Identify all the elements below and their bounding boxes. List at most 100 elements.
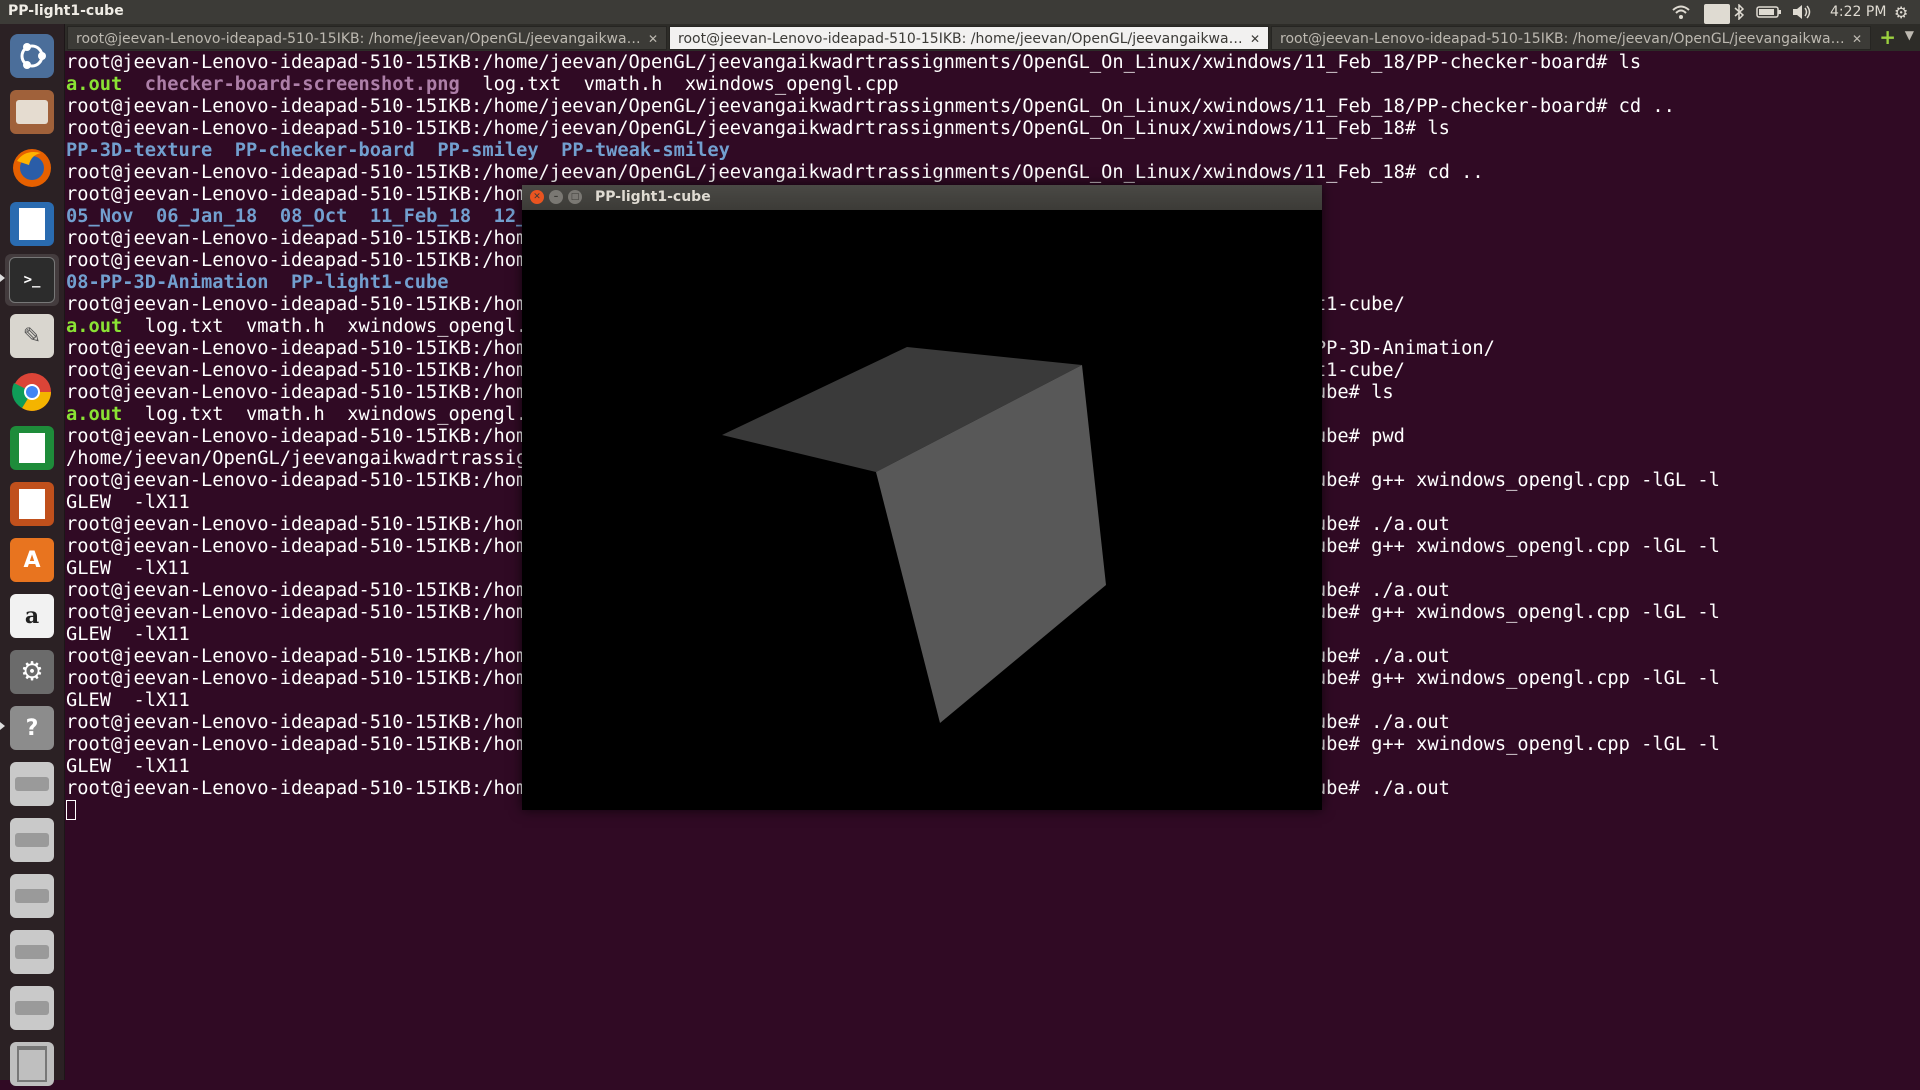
text-editor-icon[interactable]: ✎ bbox=[5, 310, 59, 362]
close-icon[interactable]: ✕ bbox=[648, 27, 658, 49]
terminal-tab-bar: root@jeevan-Lenovo-ideapad-510-15IKB: /h… bbox=[65, 24, 1920, 51]
maximize-icon[interactable]: □ bbox=[568, 190, 582, 204]
chevron-down-icon[interactable]: ▼ bbox=[1905, 28, 1914, 42]
terminal-text: root@jeevan-Lenovo-ideapad-510-15IKB:/ho… bbox=[66, 184, 539, 205]
minimize-icon[interactable]: – bbox=[549, 190, 563, 204]
terminal-line: root@jeevan-Lenovo-ideapad-510-15IKB:/ho… bbox=[66, 118, 1720, 140]
terminal-text: /home/jeevan/OpenGL/jeevangaikwadrtrassi… bbox=[66, 448, 539, 469]
terminal-text: PP-light1-cube bbox=[291, 272, 449, 293]
opengl-window[interactable]: ✕ – □ PP-light1-cube bbox=[522, 185, 1322, 810]
terminal-text: 08_Oct bbox=[279, 206, 348, 227]
tab-label: root@jeevan-Lenovo-ideapad-510-15IKB: /h… bbox=[1280, 31, 1845, 47]
calc-icon[interactable] bbox=[5, 422, 59, 474]
terminal-line: PP-3D-texture PP-checker-board PP-smiley… bbox=[66, 140, 1720, 162]
active-window-title: PP-light1-cube bbox=[8, 3, 124, 19]
terminal-text: GLEW -lX11 bbox=[66, 492, 190, 513]
gl-render-canvas[interactable] bbox=[522, 210, 1322, 810]
impress-icon[interactable] bbox=[5, 478, 59, 530]
running-indicator bbox=[0, 722, 5, 730]
terminal-text: a.out bbox=[66, 74, 123, 95]
terminal-text: root@jeevan-Lenovo-ideapad-510-15IKB:/ho… bbox=[66, 360, 539, 381]
firefox-icon[interactable] bbox=[5, 142, 59, 194]
terminal-text: log.txt vmath.h xwindows_opengl.cpp bbox=[459, 74, 899, 95]
terminal-text: a.out bbox=[66, 404, 123, 425]
ubuntu-dash-icon[interactable] bbox=[5, 30, 59, 82]
new-tab-icon[interactable]: + bbox=[1879, 26, 1896, 48]
terminal-text: log.txt vmath.h xwindows_opengl.c bbox=[122, 404, 539, 425]
terminal-text: root@jeevan-Lenovo-ideapad-510-15IKB:/ho… bbox=[66, 778, 539, 799]
system-settings-icon[interactable]: ⚙ bbox=[5, 646, 59, 698]
terminal-text: root@jeevan-Lenovo-ideapad-510-15IKB:/ho… bbox=[66, 734, 539, 755]
terminal-line: root@jeevan-Lenovo-ideapad-510-15IKB:/ho… bbox=[66, 52, 1720, 74]
terminal-text: root@jeevan-Lenovo-ideapad-510-15IKB:/ho… bbox=[66, 118, 1450, 139]
terminal-tab-active[interactable]: root@jeevan-Lenovo-ideapad-510-15IKB: /h… bbox=[669, 26, 1269, 50]
terminal-text: root@jeevan-Lenovo-ideapad-510-15IKB:/ho… bbox=[66, 250, 539, 271]
terminal-text: 06_Jan_18 bbox=[156, 206, 258, 227]
drive-icon[interactable] bbox=[5, 982, 59, 1034]
terminal-text: PP-checker-board bbox=[234, 140, 415, 161]
terminal-line: a.out checker-board-screenshot.png log.t… bbox=[66, 74, 1720, 96]
volume-icon[interactable] bbox=[1792, 2, 1812, 22]
terminal-text: root@jeevan-Lenovo-ideapad-510-15IKB:/ho… bbox=[66, 338, 539, 359]
tab-label: root@jeevan-Lenovo-ideapad-510-15IKB: /h… bbox=[678, 31, 1243, 47]
terminal-text: 08-PP-3D-Animation bbox=[66, 272, 269, 293]
terminal-text: GLEW -lX11 bbox=[66, 690, 190, 711]
terminal-tab[interactable]: root@jeevan-Lenovo-ideapad-510-15IKB: /h… bbox=[67, 26, 667, 50]
drive-icon[interactable] bbox=[5, 758, 59, 810]
terminal-text: GLEW -lX11 bbox=[66, 558, 190, 579]
terminal-text: 11_Feb_18 bbox=[369, 206, 472, 227]
keyboard-language-indicator[interactable]: En bbox=[1704, 4, 1730, 24]
window-title: PP-light1-cube bbox=[595, 189, 711, 205]
terminal-text: root@jeevan-Lenovo-ideapad-510-15IKB:/ho… bbox=[66, 646, 539, 667]
close-icon[interactable]: ✕ bbox=[530, 190, 544, 204]
top-panel: PP-light1-cube En 4:22 PM ⚙ bbox=[0, 0, 1920, 24]
terminal-text: PP-3D-texture bbox=[66, 140, 213, 161]
terminal-text: checker-board-screenshot.png bbox=[144, 74, 460, 95]
software-center-icon[interactable]: A bbox=[5, 534, 59, 586]
terminal-text: root@jeevan-Lenovo-ideapad-510-15IKB:/ho… bbox=[66, 426, 539, 447]
trash-icon[interactable] bbox=[5, 1038, 59, 1090]
amazon-icon[interactable]: a bbox=[5, 590, 59, 642]
window-titlebar[interactable]: ✕ – □ PP-light1-cube bbox=[522, 185, 1322, 210]
bluetooth-icon[interactable] bbox=[1734, 2, 1744, 22]
terminal-text: log.txt vmath.h xwindows_opengl.c bbox=[122, 316, 539, 337]
terminal-text: PP-smiley bbox=[437, 140, 539, 161]
help-icon[interactable]: ? bbox=[5, 702, 59, 754]
launcher: >_ ✎ A a ⚙ ? bbox=[0, 24, 65, 1086]
terminal-line: root@jeevan-Lenovo-ideapad-510-15IKB:/ho… bbox=[66, 96, 1720, 118]
drive-icon[interactable] bbox=[5, 870, 59, 922]
clock[interactable]: 4:22 PM bbox=[1830, 2, 1886, 22]
terminal-tab[interactable]: root@jeevan-Lenovo-ideapad-510-15IKB: /h… bbox=[1271, 26, 1871, 50]
wifi-icon[interactable] bbox=[1672, 2, 1690, 22]
terminal-text: root@jeevan-Lenovo-ideapad-510-15IKB:/ho… bbox=[66, 228, 539, 249]
terminal-line: root@jeevan-Lenovo-ideapad-510-15IKB:/ho… bbox=[66, 162, 1720, 184]
terminal-text: root@jeevan-Lenovo-ideapad-510-15IKB:/ho… bbox=[66, 536, 539, 557]
terminal-text: a.out bbox=[66, 316, 123, 337]
terminal-text: root@jeevan-Lenovo-ideapad-510-15IKB:/ho… bbox=[66, 602, 539, 623]
close-icon[interactable]: ✕ bbox=[1250, 27, 1260, 49]
terminal-icon[interactable]: >_ bbox=[5, 254, 59, 306]
terminal-text: PP-tweak-smiley bbox=[561, 140, 730, 161]
drive-icon[interactable] bbox=[5, 926, 59, 978]
battery-icon[interactable] bbox=[1756, 2, 1782, 22]
terminal-text: root@jeevan-Lenovo-ideapad-510-15IKB:/ho… bbox=[66, 52, 1642, 73]
terminal-text: GLEW -lX11 bbox=[66, 756, 190, 777]
drive-icon[interactable] bbox=[5, 814, 59, 866]
terminal-text: root@jeevan-Lenovo-ideapad-510-15IKB:/ho… bbox=[66, 470, 539, 491]
terminal-text: root@jeevan-Lenovo-ideapad-510-15IKB:/ho… bbox=[66, 580, 539, 601]
text-cursor bbox=[66, 800, 76, 820]
settings-gear-icon[interactable]: ⚙ bbox=[1894, 2, 1908, 22]
files-icon[interactable] bbox=[5, 86, 59, 138]
chrome-icon[interactable] bbox=[5, 366, 59, 418]
terminal-text: root@jeevan-Lenovo-ideapad-510-15IKB:/ho… bbox=[66, 712, 539, 733]
terminal-text: root@jeevan-Lenovo-ideapad-510-15IKB:/ho… bbox=[66, 668, 539, 689]
tab-label: root@jeevan-Lenovo-ideapad-510-15IKB: /h… bbox=[76, 31, 641, 47]
close-icon[interactable]: ✕ bbox=[1852, 27, 1862, 49]
writer-icon[interactable] bbox=[5, 198, 59, 250]
